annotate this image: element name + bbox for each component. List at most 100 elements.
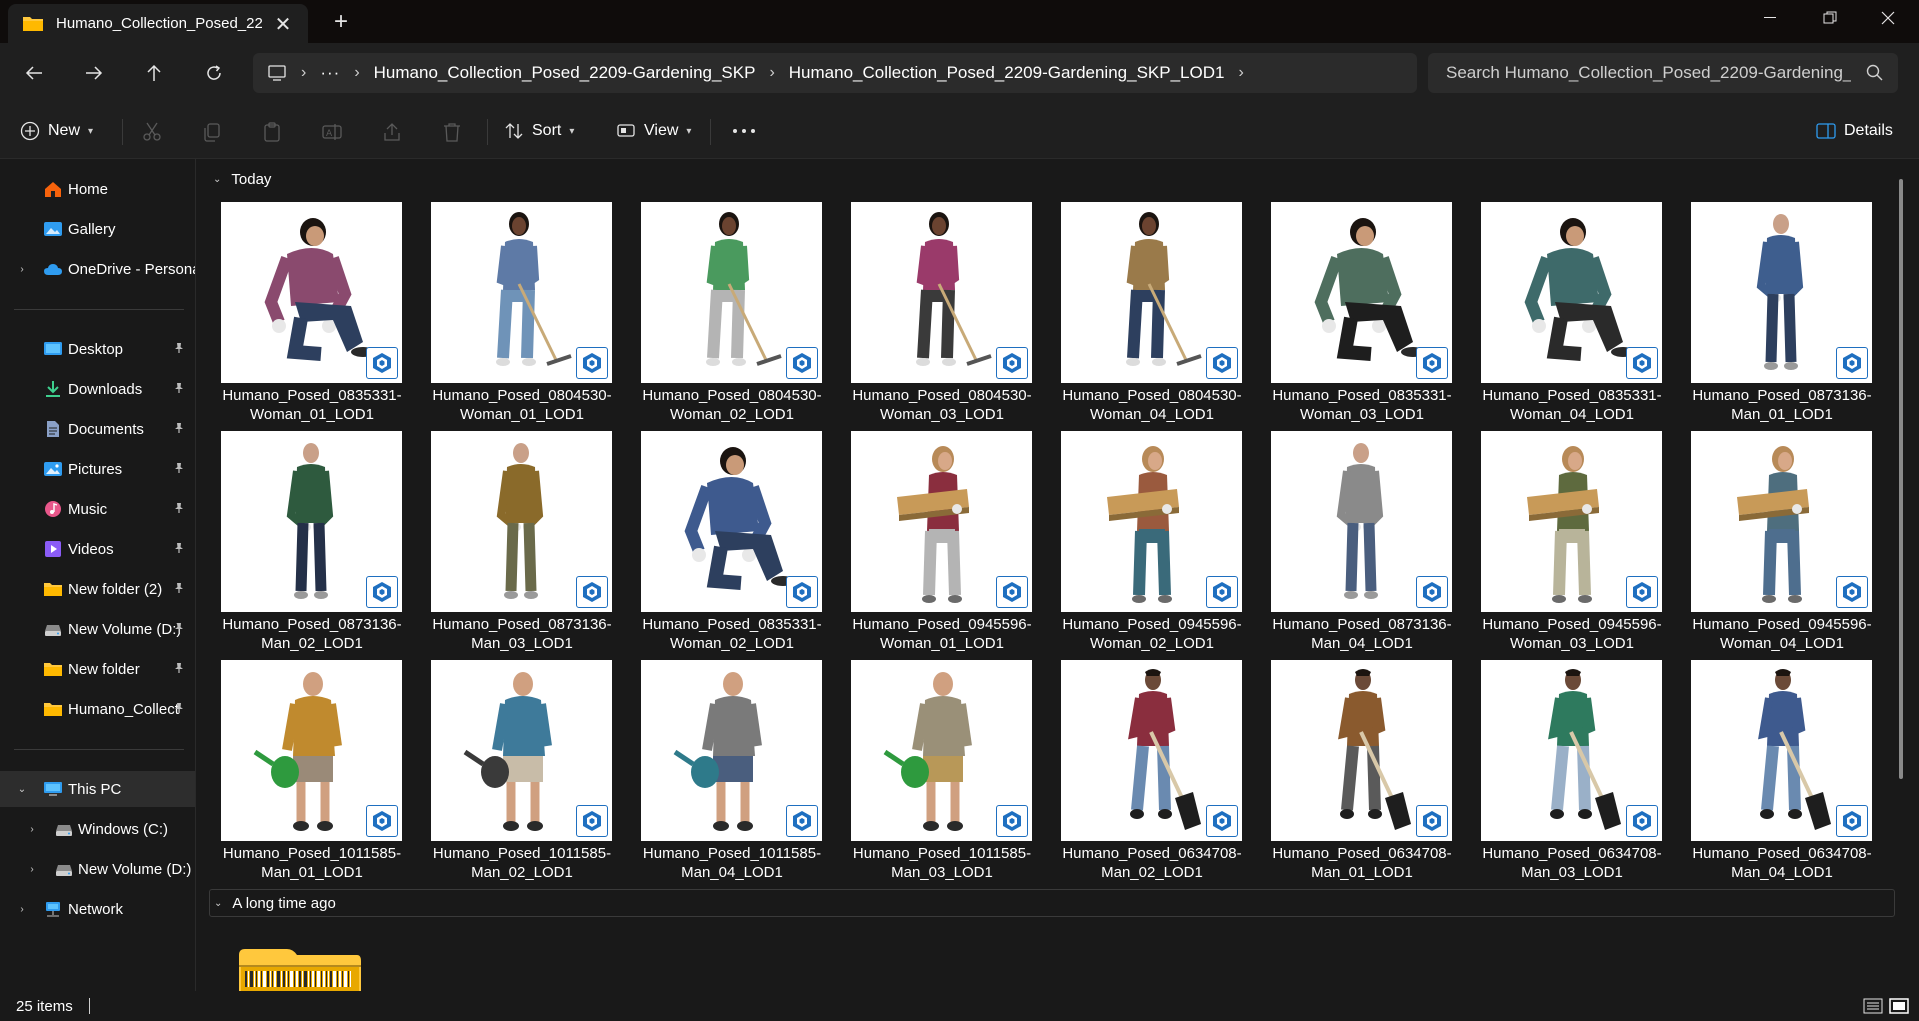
pin-icon[interactable]: [173, 622, 185, 637]
details-view-toggle[interactable]: [1862, 996, 1884, 1016]
address-bar[interactable]: › ··· › Humano_Collection_Posed_2209-Gar…: [253, 53, 1417, 93]
file-item[interactable]: Humano_Posed_1011585- Man_02_LOD1: [415, 660, 615, 888]
file-item[interactable]: Humano_Posed_0634708- Man_04_LOD1: [1675, 660, 1875, 888]
sidebar-item[interactable]: Gallery: [0, 211, 195, 247]
pin-icon[interactable]: [173, 662, 185, 677]
sidebar-item[interactable]: Downloads: [0, 371, 195, 407]
file-item[interactable]: Humano_Posed_0804530- Woman_02_LOD1: [625, 202, 825, 430]
file-item[interactable]: Humano_Posed_0804530- Woman_04_LOD1: [1045, 202, 1245, 430]
pin-icon[interactable]: [173, 502, 185, 517]
restore-button[interactable]: [1800, 0, 1860, 36]
file-item[interactable]: Humano_Posed_1011585- Man_04_LOD1: [625, 660, 825, 888]
refresh-button[interactable]: [197, 56, 231, 90]
file-name-line1: Humano_Posed_1011585-: [222, 845, 402, 862]
sidebar-item[interactable]: New folder (2): [0, 571, 195, 607]
sidebar-item-label: Downloads: [68, 380, 143, 398]
sidebar-item[interactable]: › Network: [0, 891, 195, 927]
forward-button[interactable]: [77, 56, 111, 90]
sidebar-item[interactable]: › New Volume (D:): [0, 851, 195, 887]
file-item[interactable]: Humano_Posed_0945596- Woman_03_LOD1: [1465, 431, 1665, 659]
file-item[interactable]: Humano_Posed_0835331- Woman_02_LOD1: [625, 431, 825, 659]
share-icon[interactable]: [381, 121, 403, 143]
group-header-older[interactable]: ⌄ A long time ago: [209, 889, 1895, 917]
file-item[interactable]: Humano_Posed_0804530- Woman_01_LOD1: [415, 202, 615, 430]
file-item[interactable]: Humano_Posed_0873136- Man_01_LOD1: [1675, 202, 1875, 430]
sidebar-item[interactable]: › Windows (C:): [0, 811, 195, 847]
pin-icon[interactable]: [173, 542, 185, 557]
pin-icon[interactable]: [173, 422, 185, 437]
close-tab-icon[interactable]: ✕: [272, 12, 294, 37]
chevron-right-icon[interactable]: ›: [16, 264, 28, 275]
zip-folder-icon[interactable]: [237, 945, 363, 991]
chevron-right-icon[interactable]: ›: [26, 824, 38, 835]
sidebar-item[interactable]: ⌄ This PC: [0, 771, 195, 807]
file-item[interactable]: Humano_Posed_1011585- Man_01_LOD1: [205, 660, 405, 888]
up-button[interactable]: [137, 56, 171, 90]
file-item[interactable]: Humano_Posed_0873136- Man_03_LOD1: [415, 431, 615, 659]
sidebar-item[interactable]: Desktop: [0, 331, 195, 367]
delete-icon[interactable]: [441, 121, 463, 143]
file-item[interactable]: Humano_Posed_0835331- Woman_03_LOD1: [1255, 202, 1455, 430]
cloud-icon: [43, 260, 63, 278]
file-name: Humano_Posed_1011585- Man_04_LOD1: [625, 844, 839, 882]
paste-icon[interactable]: [261, 121, 283, 143]
sketchup-file-icon: [576, 576, 608, 608]
see-more-button[interactable]: [732, 115, 756, 147]
file-item[interactable]: Humano_Posed_0945596- Woman_04_LOD1: [1675, 431, 1875, 659]
more-options-icon: [733, 129, 755, 133]
close-window-button[interactable]: [1858, 0, 1918, 36]
active-tab[interactable]: Humano_Collection_Posed_2209-Gardening_S…: [8, 4, 308, 43]
copy-icon[interactable]: [201, 121, 223, 143]
pin-icon[interactable]: [173, 582, 185, 597]
pin-icon[interactable]: [173, 462, 185, 477]
view-button[interactable]: View ▾: [616, 115, 691, 147]
sketchup-file-icon: [1626, 576, 1658, 608]
details-button[interactable]: Details: [1816, 115, 1893, 147]
vertical-scrollbar[interactable]: [1899, 179, 1903, 779]
file-item[interactable]: Humano_Posed_1011585- Man_03_LOD1: [835, 660, 1035, 888]
sort-icon: [505, 123, 523, 139]
breadcrumb-current[interactable]: Humano_Collection_Posed_2209-Gardening_S…: [789, 63, 1225, 83]
sidebar-item[interactable]: › OneDrive - Personal: [0, 251, 195, 287]
sidebar-item[interactable]: Videos: [0, 531, 195, 567]
rename-icon[interactable]: A: [321, 121, 343, 143]
minimize-button[interactable]: [1740, 0, 1800, 36]
file-item[interactable]: Humano_Posed_0634708- Man_03_LOD1: [1465, 660, 1665, 888]
chevron-right-icon[interactable]: ›: [16, 904, 28, 915]
sidebar-item[interactable]: Humano_Collection_Posed_2209-Gardening_S…: [0, 691, 195, 727]
search-input[interactable]: Search Humano_Collection_Posed_2209-Gard…: [1428, 53, 1898, 93]
file-item[interactable]: Humano_Posed_0873136- Man_02_LOD1: [205, 431, 405, 659]
sidebar-item[interactable]: New folder: [0, 651, 195, 687]
sort-button[interactable]: Sort ▾: [504, 115, 574, 147]
title-bar: Humano_Collection_Posed_2209-Gardening_S…: [0, 0, 1919, 43]
sidebar-item[interactable]: Pictures: [0, 451, 195, 487]
chevron-right-icon[interactable]: ›: [26, 864, 38, 875]
sidebar-item[interactable]: Music: [0, 491, 195, 527]
file-item[interactable]: Humano_Posed_0945596- Woman_01_LOD1: [835, 431, 1035, 659]
file-item[interactable]: Humano_Posed_0835331- Woman_04_LOD1: [1465, 202, 1665, 430]
file-item[interactable]: Humano_Posed_0634708- Man_02_LOD1: [1045, 660, 1245, 888]
file-item[interactable]: Humano_Posed_0804530- Woman_03_LOD1: [835, 202, 1035, 430]
pin-icon[interactable]: [173, 382, 185, 397]
more-crumbs-icon[interactable]: ···: [320, 63, 340, 83]
group-header-today[interactable]: ⌄ Today: [209, 165, 271, 193]
breadcrumb-parent[interactable]: Humano_Collection_Posed_2209-Gardening_S…: [374, 63, 756, 83]
sidebar-item[interactable]: New Volume (D:): [0, 611, 195, 647]
new-button[interactable]: New ▾: [20, 115, 93, 147]
back-button[interactable]: [17, 56, 51, 90]
sketchup-file-icon: [1206, 805, 1238, 837]
sidebar-item[interactable]: Home: [0, 171, 195, 207]
new-tab-icon[interactable]: +: [330, 8, 352, 36]
file-item[interactable]: Humano_Posed_0873136- Man_04_LOD1: [1255, 431, 1455, 659]
pin-icon[interactable]: [173, 342, 185, 357]
thumbnail-view-toggle[interactable]: [1888, 996, 1910, 1016]
minimize-icon: [1764, 17, 1776, 18]
chevron-down-icon[interactable]: ⌄: [16, 784, 28, 795]
pin-icon[interactable]: [173, 702, 185, 717]
file-item[interactable]: Humano_Posed_0945596- Woman_02_LOD1: [1045, 431, 1245, 659]
file-item[interactable]: Humano_Posed_0835331- Woman_01_LOD1: [205, 202, 405, 430]
cut-icon[interactable]: [141, 121, 163, 143]
chevron-right-icon[interactable]: ›: [1238, 64, 1243, 82]
sidebar-item[interactable]: Documents: [0, 411, 195, 447]
file-item[interactable]: Humano_Posed_0634708- Man_01_LOD1: [1255, 660, 1455, 888]
